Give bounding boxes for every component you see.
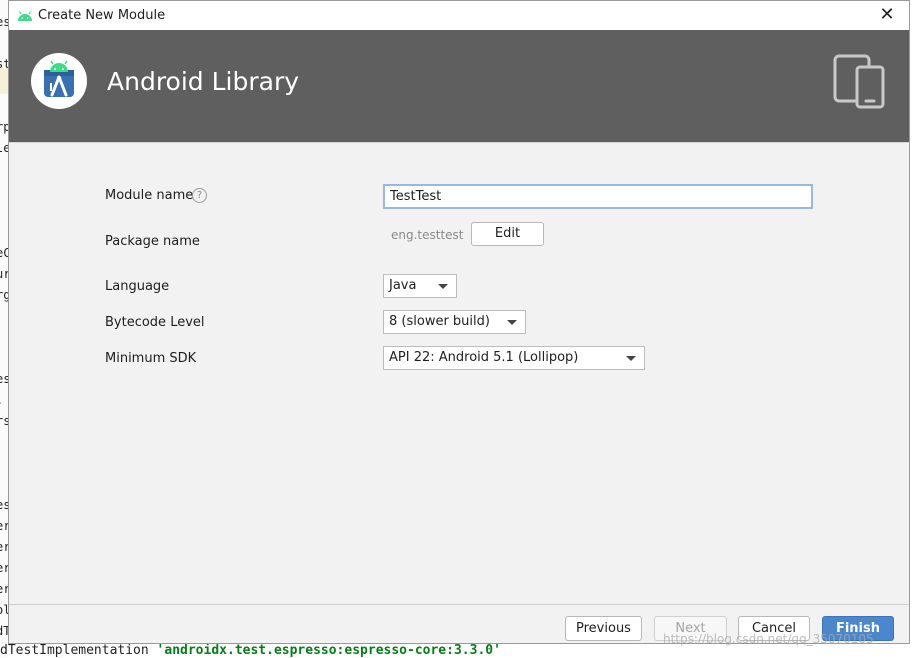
editor-fragment: rp [0, 120, 8, 134]
editor-fragment: ur [0, 267, 8, 281]
bytecode-level-label: Bytecode Level [105, 315, 205, 330]
editor-fragment: ol [0, 603, 8, 617]
chevron-down-icon [438, 284, 448, 289]
create-module-dialog: Create New Module ✕ Android Library Modu… [8, 0, 910, 644]
editor-fragment: es [0, 498, 8, 512]
editor-fragment: es [0, 15, 8, 29]
code-string: 'androidx.test.espresso:espresso-core:3.… [156, 644, 501, 658]
editor-fragment: er [0, 540, 8, 554]
package-name-label: Package name [105, 234, 200, 249]
dialog-titlebar: Create New Module ✕ [9, 1, 909, 30]
edit-package-button[interactable]: Edit [471, 222, 544, 246]
chevron-down-icon [507, 320, 517, 325]
language-select[interactable]: Java [383, 274, 457, 298]
bytecode-level-select[interactable]: 8 (slower build) [383, 310, 526, 334]
header-title: Android Library [107, 67, 300, 96]
android-studio-icon [44, 60, 74, 97]
editor-fragment: rg [0, 288, 8, 302]
editor-fragment: er [0, 582, 8, 596]
editor-highlight-line [0, 68, 8, 94]
language-label: Language [105, 279, 170, 294]
editor-fragment: es [0, 372, 8, 386]
chevron-down-icon [626, 356, 636, 361]
bytecode-level-selected-value: 8 (slower build) [389, 314, 490, 329]
module-name-input[interactable] [383, 184, 813, 209]
editor-fragment: le [0, 141, 8, 155]
close-icon[interactable]: ✕ [875, 4, 899, 26]
editor-fragment: eC [0, 246, 8, 260]
background-code-line: dTestImplementation 'androidx.test.espre… [0, 644, 916, 658]
editor-fragment: er [0, 561, 8, 575]
android-icon [18, 11, 32, 21]
header-divider [9, 142, 909, 143]
help-icon[interactable]: ? [192, 188, 207, 203]
background-editor: es st rp le eC ur rg es . rs es er er er… [0, 0, 8, 658]
minimum-sdk-label: Minimum SDK [105, 351, 197, 366]
phone-tablet-icon [833, 54, 885, 109]
editor-fragment: er [0, 519, 8, 533]
logo-badge [31, 53, 87, 109]
previous-button[interactable]: Previous [565, 616, 642, 641]
editor-fragment: . [0, 393, 3, 407]
language-selected-value: Java [389, 278, 417, 293]
dialog-header: Android Library [9, 30, 909, 142]
editor-fragment: st [0, 57, 8, 71]
dialog-title: Create New Module [38, 8, 166, 23]
minimum-sdk-selected-value: API 22: Android 5.1 (Lollipop) [389, 350, 579, 365]
editor-fragment: rs [0, 414, 8, 428]
package-name-value: eng.testtest [391, 228, 464, 242]
module-name-label: Module name [105, 188, 194, 203]
editor-fragment: dT [0, 624, 8, 638]
watermark: https://blog.csdn.net/qq_35070105 [663, 632, 874, 646]
code-keyword: dTestImplementation [0, 644, 157, 658]
minimum-sdk-select[interactable]: API 22: Android 5.1 (Lollipop) [383, 346, 645, 370]
